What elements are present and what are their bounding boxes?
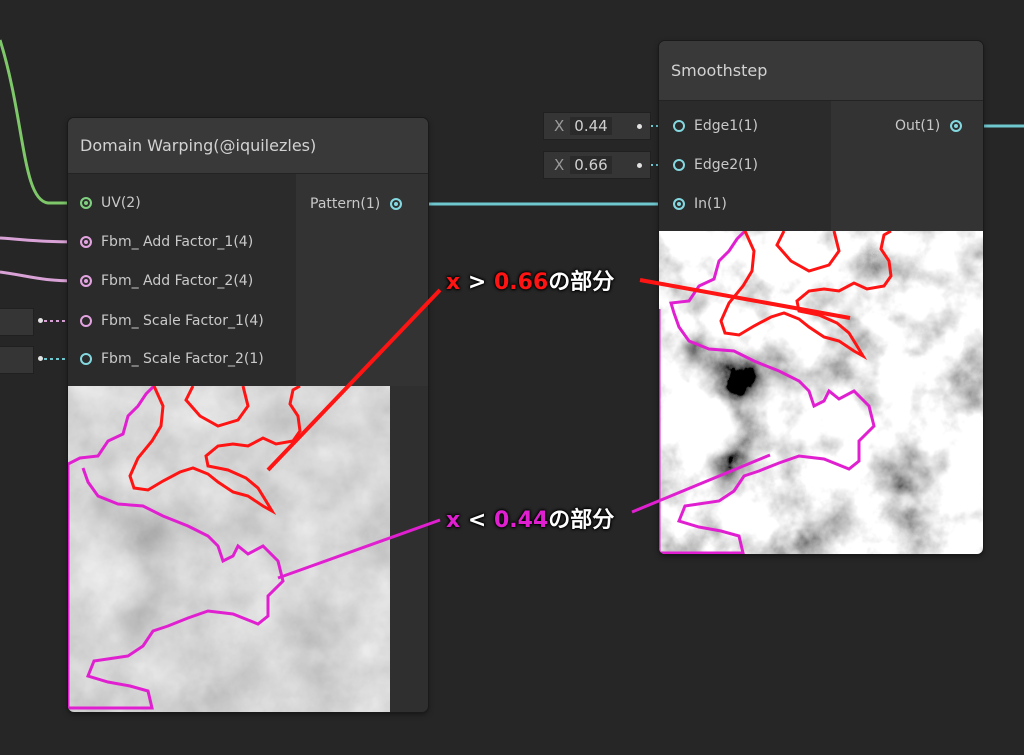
port-in[interactable]: In(1) [673,194,727,214]
low-annotation-symbol: < [467,508,487,533]
edge1-field-value[interactable]: 0.44 [570,117,612,135]
edge2-field-dot [637,163,642,168]
preview-thresholded-noise [659,231,983,554]
port-scale-factor-2-label: Fbm_ Scale Factor_2(1) [101,351,264,367]
high-annotation-prefix: x [446,270,461,295]
domain-warping-node[interactable]: Domain Warping(@iquilezles) UV(2) Fbm_ A… [68,118,428,712]
add-factor-1-wire[interactable] [0,236,79,244]
smoothstep-title: Smoothstep [659,41,983,101]
port-add-factor-2-label: Fbm_ Add Factor_2(4) [101,273,254,289]
port-out-label: Out(1) [895,118,941,134]
domain-warping-preview [68,386,390,712]
port-pattern-dot[interactable] [390,198,403,210]
port-out-dot[interactable] [950,120,963,132]
low-annotation-label: x < 0.44の部分 [446,502,614,534]
edge1-field[interactable]: X 0.44 [543,112,651,140]
port-out[interactable]: Out(1) [895,116,963,136]
scale-factor-1-field-dot [38,318,43,323]
port-scale-factor-2[interactable]: Fbm_ Scale Factor_2(1) [80,349,264,369]
port-edge1-label: Edge1(1) [694,118,758,134]
port-pattern-label: Pattern(1) [310,196,381,212]
port-add-factor-1[interactable]: Fbm_ Add Factor_1(4) [80,232,253,252]
port-add-factor-1-label: Fbm_ Add Factor_1(4) [101,234,254,250]
smoothstep-node[interactable]: Smoothstep Edge1(1) Edge2(1) In(1) Out(1… [659,41,983,554]
edge2-field[interactable]: X 0.66 [543,151,651,179]
preview-noise [68,386,390,712]
port-pattern[interactable]: Pattern(1) [310,194,403,214]
port-scale-factor-2-dot[interactable] [80,353,92,365]
port-in-label: In(1) [694,196,727,212]
low-annotation-value: 0.44 [493,508,549,533]
port-uv-label: UV(2) [101,195,141,211]
low-annotation-suffix: の部分 [548,508,615,533]
smoothstep-preview [659,231,983,554]
port-edge2[interactable]: Edge2(1) [673,155,758,175]
edge2-field-value[interactable]: 0.66 [570,156,612,174]
high-annotation-suffix: の部分 [548,270,615,295]
uv-wire[interactable] [0,39,78,205]
port-scale-factor-1-label: Fbm_ Scale Factor_1(4) [101,313,264,329]
port-edge2-label: Edge2(1) [694,157,758,173]
port-edge2-dot[interactable] [673,159,685,171]
port-scale-factor-1[interactable]: Fbm_ Scale Factor_1(4) [80,311,264,331]
high-annotation-value: 0.66 [493,270,549,295]
port-add-factor-2[interactable]: Fbm_ Add Factor_2(4) [80,271,253,291]
edge2-field-axis: X [554,156,565,174]
scale-factor-1-field[interactable] [0,308,34,336]
scale-factor-2-field[interactable] [0,346,34,374]
port-edge1-dot[interactable] [673,120,685,132]
port-add-factor-2-dot[interactable] [80,275,92,287]
port-edge1[interactable]: Edge1(1) [673,116,758,136]
add-factor-2-wire[interactable] [0,270,79,283]
port-scale-factor-1-dot[interactable] [80,315,92,327]
low-annotation-prefix: x [446,508,461,533]
domain-warping-title: Domain Warping(@iquilezles) [68,118,428,174]
port-add-factor-1-dot[interactable] [80,236,92,248]
high-annotation-label: x > 0.66の部分 [446,264,614,296]
port-uv[interactable]: UV(2) [80,193,141,213]
port-in-dot[interactable] [673,198,685,210]
edge1-field-dot [637,124,642,129]
scale-factor-2-field-dot [38,356,43,361]
port-uv-dot[interactable] [80,197,92,209]
edge1-field-axis: X [554,117,565,135]
high-annotation-symbol: > [467,270,487,295]
